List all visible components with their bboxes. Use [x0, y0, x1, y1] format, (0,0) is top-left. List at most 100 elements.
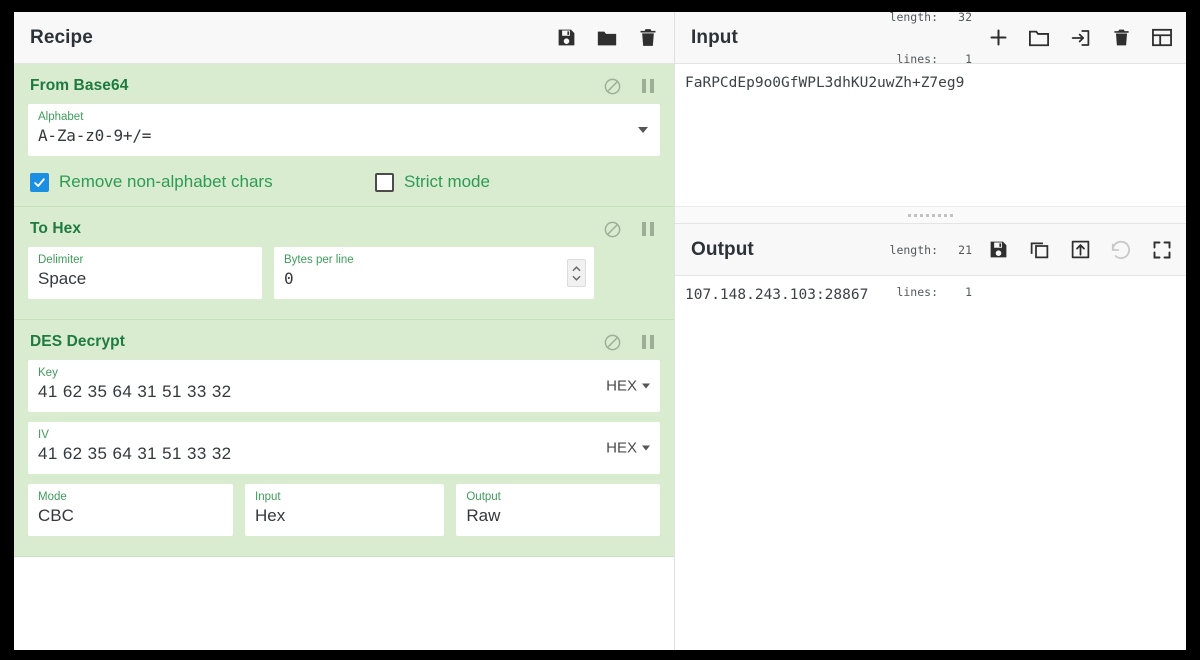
copy-output-icon[interactable]	[1027, 238, 1051, 262]
input-format-field[interactable]: Input Hex	[245, 484, 445, 536]
operation-title: To Hex	[30, 220, 82, 237]
argument-row: IV 41 62 35 64 31 51 33 32 HEX	[28, 422, 660, 474]
checkbox-checked-icon[interactable]	[30, 172, 49, 192]
disable-icon[interactable]	[602, 332, 622, 352]
operation-arguments: Key 41 62 35 64 31 51 33 32 HEX IV 41 62…	[14, 360, 674, 536]
open-file-icon[interactable]	[1027, 26, 1051, 50]
breakpoint-icon[interactable]	[638, 76, 658, 96]
argument-row: Key 41 62 35 64 31 51 33 32 HEX	[28, 360, 660, 412]
io-pane: Input length: 32 lines: 1 FaRPCdEp9o0GfW…	[675, 12, 1186, 650]
mode-field[interactable]: Mode CBC	[28, 484, 234, 536]
output-length-key: length:	[889, 242, 938, 257]
key-format-dropdown[interactable]: HEX	[606, 378, 650, 395]
iv-field[interactable]: IV 41 62 35 64 31 51 33 32 HEX	[28, 422, 660, 474]
breakpoint-icon[interactable]	[638, 219, 658, 239]
add-input-tab-icon[interactable]	[986, 26, 1010, 50]
recipe-title-bar: Recipe	[14, 12, 674, 64]
output-format-field[interactable]: Output Raw	[456, 484, 660, 536]
argument-row: Delimiter Space Bytes per line 0	[28, 247, 660, 299]
input-length-key: length:	[889, 12, 938, 24]
number-stepper[interactable]	[567, 259, 586, 287]
field-value: Hex	[255, 506, 286, 525]
input-text[interactable]: FaRPCdEp9o0GfWPL3dhKU2uwZh+Z7eg9	[675, 64, 1186, 206]
maximise-output-icon[interactable]	[1150, 238, 1174, 262]
undo-bake-icon[interactable]	[1109, 238, 1133, 262]
operation-header: DES Decrypt	[14, 320, 674, 360]
chevron-down-icon	[642, 445, 650, 451]
screenshot-frame: Recipe From Base64 Alphabet A-Za-z0-9+/=…	[0, 0, 1200, 660]
chevron-down-icon	[642, 383, 650, 389]
operation-to-hex[interactable]: To Hex Delimiter Space Bytes per line 0	[14, 207, 674, 320]
input-title-bar: Input length: 32 lines: 1	[675, 12, 1186, 66]
field-value: CBC	[38, 506, 74, 525]
input-title: Input	[691, 26, 738, 48]
recipe-operation-list[interactable]: From Base64 Alphabet A-Za-z0-9+/= Remove…	[14, 64, 674, 650]
recipe-controls	[554, 26, 660, 50]
strict-mode-checkbox[interactable]: Strict mode	[375, 172, 490, 192]
argument-row: Alphabet A-Za-z0-9+/=	[28, 104, 660, 156]
iv-format-label: HEX	[606, 439, 637, 457]
field-label: Output	[466, 491, 501, 503]
bytes-per-line-field[interactable]: Bytes per line 0	[274, 247, 594, 299]
operation-arguments: Delimiter Space Bytes per line 0	[14, 247, 674, 299]
checkbox-unchecked-icon[interactable]	[375, 172, 394, 192]
operation-title: From Base64	[30, 77, 129, 94]
operation-title: DES Decrypt	[30, 333, 125, 350]
field-label: Delimiter	[38, 254, 84, 266]
replace-input-with-output-icon[interactable]	[1068, 238, 1092, 262]
clear-recipe-icon[interactable]	[636, 26, 660, 50]
remove-non-alphabet-chars-checkbox[interactable]: Remove non-alphabet chars	[30, 172, 375, 192]
input-panel: Input length: 32 lines: 1 FaRPCdEp9o0GfW…	[675, 12, 1186, 206]
operation-des-decrypt[interactable]: DES Decrypt Key 41 62 35 64 31 51 33 32 …	[14, 320, 674, 557]
output-controls	[986, 238, 1174, 262]
operation-header: From Base64	[14, 64, 674, 104]
delimiter-field[interactable]: Delimiter Space	[28, 247, 262, 299]
output-length-value: 21	[958, 242, 972, 257]
cyberchef-app: Recipe From Base64 Alphabet A-Za-z0-9+/=…	[14, 12, 1186, 650]
field-label: Key	[38, 367, 58, 379]
field-value: 41 62 35 64 31 51 33 32	[38, 444, 232, 463]
input-length-value: 32	[958, 12, 972, 24]
checkbox-label: Strict mode	[404, 172, 490, 191]
input-tabs-layout-icon[interactable]	[1150, 26, 1174, 50]
key-format-label: HEX	[606, 377, 637, 395]
recipe-title: Recipe	[30, 26, 93, 48]
operation-controls	[602, 76, 658, 96]
output-length-row: length: 21	[890, 243, 972, 257]
operation-arguments: Alphabet A-Za-z0-9+/=	[14, 104, 674, 156]
field-value: 0	[284, 269, 294, 288]
operation-header: To Hex	[14, 207, 674, 247]
open-folder-as-input-icon[interactable]	[1068, 26, 1092, 50]
input-controls	[986, 26, 1174, 50]
disable-icon[interactable]	[602, 76, 622, 96]
iv-format-dropdown[interactable]: HEX	[606, 440, 650, 457]
checkbox-label: Remove non-alphabet chars	[59, 172, 273, 191]
output-panel: Output time:5ms length:21 lines:1	[675, 224, 1186, 650]
field-label: Mode	[38, 491, 67, 503]
alphabet-field[interactable]: Alphabet A-Za-z0-9+/=	[28, 104, 660, 156]
splitter-grip-icon	[908, 213, 953, 217]
recipe-pane: Recipe From Base64 Alphabet A-Za-z0-9+/=…	[14, 12, 675, 650]
load-recipe-icon[interactable]	[595, 26, 619, 50]
io-splitter[interactable]	[675, 206, 1186, 224]
field-label: Input	[255, 491, 281, 503]
breakpoint-icon[interactable]	[638, 332, 658, 352]
operation-controls	[602, 219, 658, 239]
save-output-icon[interactable]	[986, 238, 1010, 262]
input-length-row: length: 32	[890, 12, 972, 24]
key-field[interactable]: Key 41 62 35 64 31 51 33 32 HEX	[28, 360, 660, 412]
field-value: Space	[38, 269, 87, 288]
clear-input-icon[interactable]	[1109, 26, 1133, 50]
field-label: Bytes per line	[284, 254, 354, 266]
field-value: A-Za-z0-9+/=	[38, 126, 152, 145]
output-text[interactable]: 107.148.243.103:28867	[675, 276, 1186, 650]
operation-from-base64[interactable]: From Base64 Alphabet A-Za-z0-9+/= Remove…	[14, 64, 674, 207]
argument-row: Mode CBC Input Hex Output Raw	[28, 484, 660, 536]
save-recipe-icon[interactable]	[554, 26, 578, 50]
operation-controls	[602, 332, 658, 352]
disable-icon[interactable]	[602, 219, 622, 239]
field-label: IV	[38, 429, 49, 441]
chevron-down-icon[interactable]	[638, 127, 648, 133]
field-value: 41 62 35 64 31 51 33 32	[38, 382, 232, 401]
operation-checkboxes: Remove non-alphabet chars Strict mode	[14, 166, 674, 196]
